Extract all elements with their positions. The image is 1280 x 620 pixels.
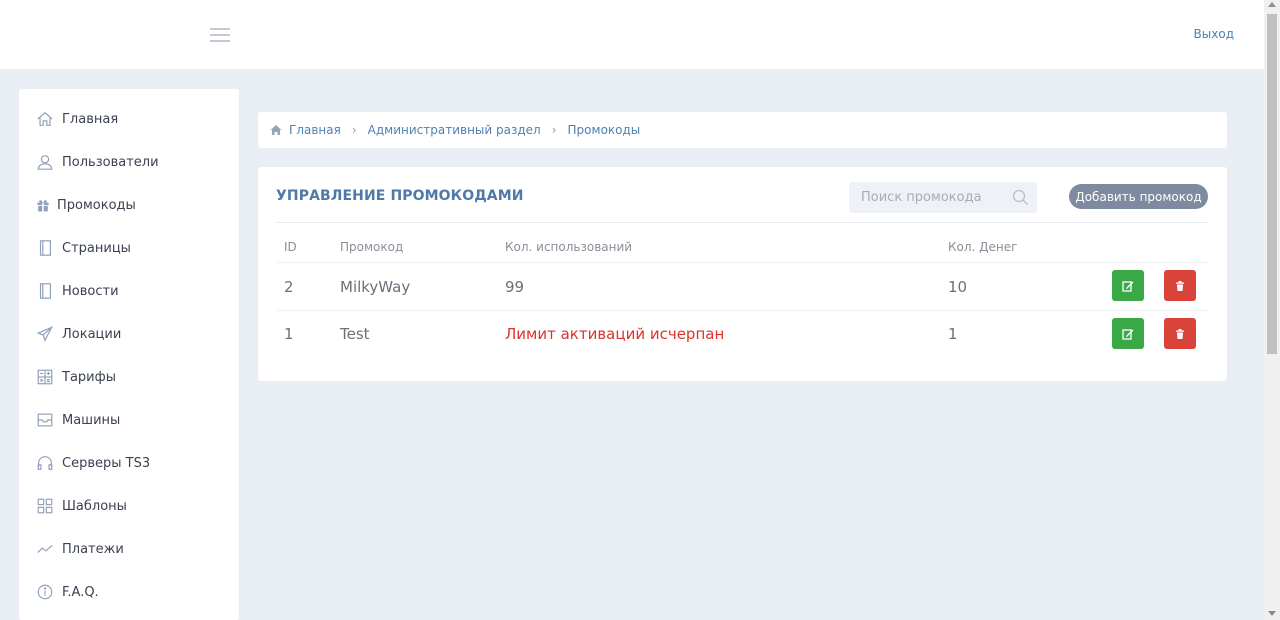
sidebar-item-label: F.A.Q.	[62, 584, 99, 600]
chevron-right-icon: ›	[551, 123, 557, 137]
sidebar-item-label: Главная	[62, 111, 119, 127]
vertical-scrollbar[interactable]	[1264, 0, 1280, 620]
edit-icon	[1122, 328, 1134, 340]
trash-icon	[1176, 328, 1184, 339]
sidebar-item-label: Страницы	[62, 240, 131, 256]
scroll-up-arrow-icon[interactable]	[1268, 2, 1276, 7]
user-icon	[35, 152, 55, 172]
logout-link[interactable]: Выход	[1194, 27, 1234, 41]
breadcrumb-home[interactable]: Главная	[289, 123, 341, 137]
column-header-code: Промокод	[340, 240, 404, 254]
cell-id: 1	[284, 325, 294, 343]
gift-icon	[35, 195, 51, 215]
divider	[276, 262, 1208, 263]
sidebar-item-news[interactable]: Новости	[35, 279, 119, 303]
notebook-icon	[35, 281, 55, 301]
plane-icon	[35, 324, 55, 344]
sidebar-item-payments[interactable]: Платежи	[35, 537, 124, 561]
sidebar-item-label: Пользователи	[62, 154, 159, 170]
headphones-icon	[35, 453, 55, 473]
column-header-uses: Кол. использований	[505, 240, 633, 254]
cell-money: 1	[948, 325, 958, 343]
cell-money: 10	[948, 278, 968, 296]
delete-button[interactable]	[1164, 270, 1196, 301]
notebook-icon	[35, 238, 55, 258]
inbox-icon	[35, 410, 55, 430]
trash-icon	[1176, 280, 1184, 291]
search-icon[interactable]	[1012, 189, 1029, 206]
sidebar-item-promocodes[interactable]: Промокоды	[35, 193, 136, 217]
sidebar-item-label: Промокоды	[57, 197, 136, 213]
page-title: УПРАВЛЕНИЕ ПРОМОКОДАМИ	[276, 188, 524, 204]
chart-line-icon	[35, 539, 55, 559]
home-icon	[270, 125, 282, 135]
chevron-right-icon: ›	[351, 123, 357, 137]
cell-uses: 99	[505, 278, 525, 296]
sidebar-item-label: Серверы TS3	[62, 455, 151, 471]
sidebar-item-label: Локации	[62, 326, 122, 342]
breadcrumb-admin-section[interactable]: Административный раздел	[368, 123, 541, 137]
sidebar-item-label: Платежи	[62, 541, 124, 557]
calculator-icon	[35, 367, 55, 387]
edit-icon	[1122, 280, 1134, 292]
sidebar-item-users[interactable]: Пользователи	[35, 150, 159, 174]
info-icon	[35, 582, 55, 602]
sidebar-item-tariffs[interactable]: Тарифы	[35, 365, 116, 389]
sidebar-item-label: Шаблоны	[62, 498, 127, 514]
sidebar-item-label: Новости	[62, 283, 119, 299]
sidebar-item-templates[interactable]: Шаблоны	[35, 494, 127, 518]
sidebar-item-label: Тарифы	[62, 369, 116, 385]
top-bar: Выход	[0, 0, 1264, 69]
cell-code: MilkyWay	[340, 278, 411, 296]
divider	[276, 310, 1208, 311]
sidebar-item-home[interactable]: Главная	[35, 107, 118, 131]
delete-button[interactable]	[1164, 318, 1196, 349]
scroll-down-arrow-icon[interactable]	[1268, 611, 1276, 616]
cell-id: 2	[284, 278, 294, 296]
search-box[interactable]	[849, 182, 1037, 213]
scroll-thumb[interactable]	[1267, 14, 1277, 354]
sidebar-item-faq[interactable]: F.A.Q.	[35, 580, 99, 604]
sidebar-item-pages[interactable]: Страницы	[35, 236, 131, 260]
breadcrumb: Главная › Административный раздел › Пром…	[258, 112, 1227, 148]
column-header-money: Кол. Денег	[948, 240, 1018, 254]
sidebar: Главная Пользователи Промокоды Страницы …	[19, 89, 239, 620]
edit-button[interactable]	[1112, 270, 1144, 301]
cell-code: Test	[340, 325, 370, 343]
home-icon	[35, 109, 55, 129]
search-input[interactable]	[849, 182, 1009, 213]
sidebar-item-cars[interactable]: Машины	[35, 408, 120, 432]
cell-uses-limit-exhausted: Лимит активаций исчерпан	[505, 325, 725, 343]
edit-button[interactable]	[1112, 318, 1144, 349]
divider	[276, 222, 1208, 223]
sidebar-item-ts3-servers[interactable]: Серверы TS3	[35, 451, 150, 475]
sidebar-item-locations[interactable]: Локации	[35, 322, 121, 346]
promocodes-panel: УПРАВЛЕНИЕ ПРОМОКОДАМИ Добавить промокод…	[258, 167, 1227, 381]
grid-icon	[35, 496, 55, 516]
sidebar-item-label: Машины	[62, 412, 121, 428]
column-header-id: ID	[284, 240, 297, 254]
breadcrumb-promocodes[interactable]: Промокоды	[568, 123, 641, 137]
hamburger-menu-icon[interactable]	[210, 28, 230, 42]
add-promocode-button[interactable]: Добавить промокод	[1069, 184, 1208, 209]
